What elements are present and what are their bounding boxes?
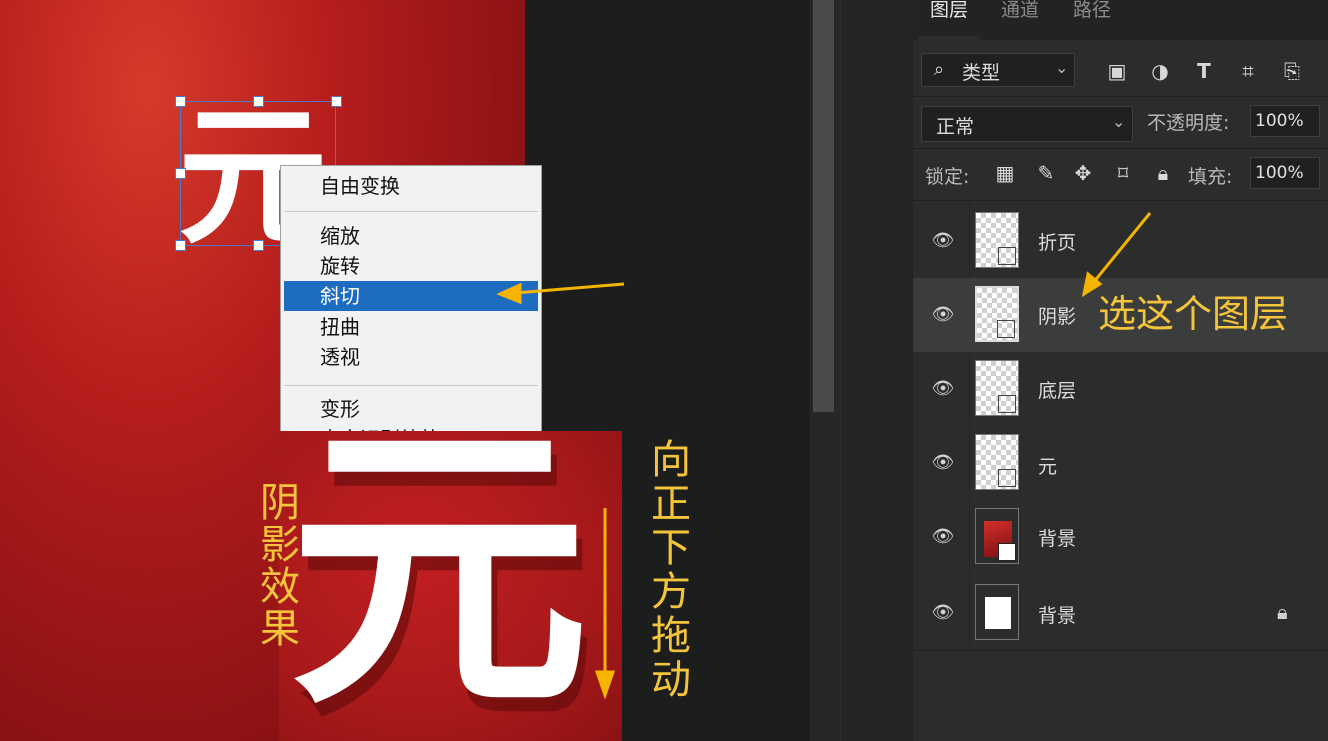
arrow-head-icon <box>496 282 522 305</box>
arrow-head-icon <box>594 670 616 700</box>
annotation-arrows <box>496 212 1152 700</box>
arrow-to-skew <box>514 282 625 295</box>
arrow-to-layer <box>1091 212 1152 284</box>
